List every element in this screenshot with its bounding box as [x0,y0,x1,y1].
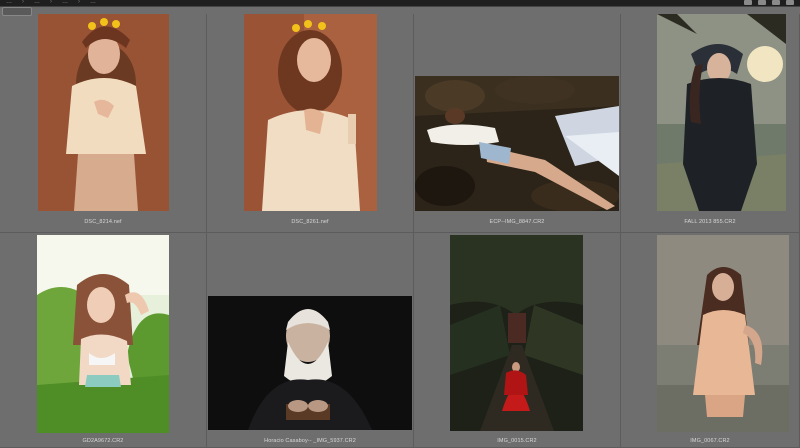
photo-thumbnail[interactable] [244,14,377,211]
thumbnail-cell[interactable]: GD2A9672.CR2 [0,233,207,448]
photo-thumbnail[interactable] [450,235,583,431]
photo-filename: ECP--IMG_8847.CR2 [489,219,545,225]
settings-icon[interactable] [786,0,794,5]
photo-filename: DSC_8214.nef [84,219,122,225]
thumbnail-cell[interactable]: DSC_8214.nef [0,14,207,233]
photo-filename: GD2A9672.CR2 [82,438,124,444]
toolbar-icons [744,0,794,6]
photo-filename: IMG_0067.CR2 [690,438,730,444]
breadcrumb-item[interactable]: … [34,0,40,5]
breadcrumb-item[interactable]: … [62,0,68,5]
thumbnail-cell[interactable]: IMG_0015.CR2 [414,233,621,448]
photo-filename: DSC_8261.nef [291,219,329,225]
photo-thumbnail[interactable] [38,14,169,211]
thumbnail-cell[interactable]: ECP--IMG_8847.CR2 [414,14,621,233]
photo-thumbnail[interactable] [657,235,789,432]
thumbnail-cell[interactable]: IMG_0067.CR2 [621,233,800,448]
breadcrumb-separator: › [22,0,24,5]
photo-thumbnail[interactable] [657,14,786,211]
thumbnail-cell[interactable]: DSC_8261.nef [207,14,414,233]
photo-filename: IMG_0015.CR2 [497,438,537,444]
photo-thumbnail[interactable] [37,235,169,433]
thumbnail-grid: DSC_8214.nef DSC_8261.nef ECP--IMG_8847.… [0,14,800,448]
photo-filename: Horacio Casaboy-- _IMG_5937.CR2 [264,438,356,444]
breadcrumb-separator: › [50,0,52,5]
photo-filename: FALL 2013 855.CR2 [684,219,736,225]
thumbnail-cell[interactable]: Horacio Casaboy-- _IMG_5937.CR2 [207,233,414,448]
photo-thumbnail[interactable] [208,296,412,430]
thumbnail-cell[interactable]: FALL 2013 855.CR2 [621,14,800,233]
view-icon[interactable] [744,0,752,5]
filter-icon[interactable] [772,0,780,5]
breadcrumb-separator: › [78,0,80,5]
sort-icon[interactable] [758,0,766,5]
photo-thumbnail[interactable] [415,76,619,211]
breadcrumb: … › … › … › … [0,0,800,6]
breadcrumb-item[interactable]: … [90,0,96,5]
breadcrumb-item[interactable]: … [6,0,12,5]
